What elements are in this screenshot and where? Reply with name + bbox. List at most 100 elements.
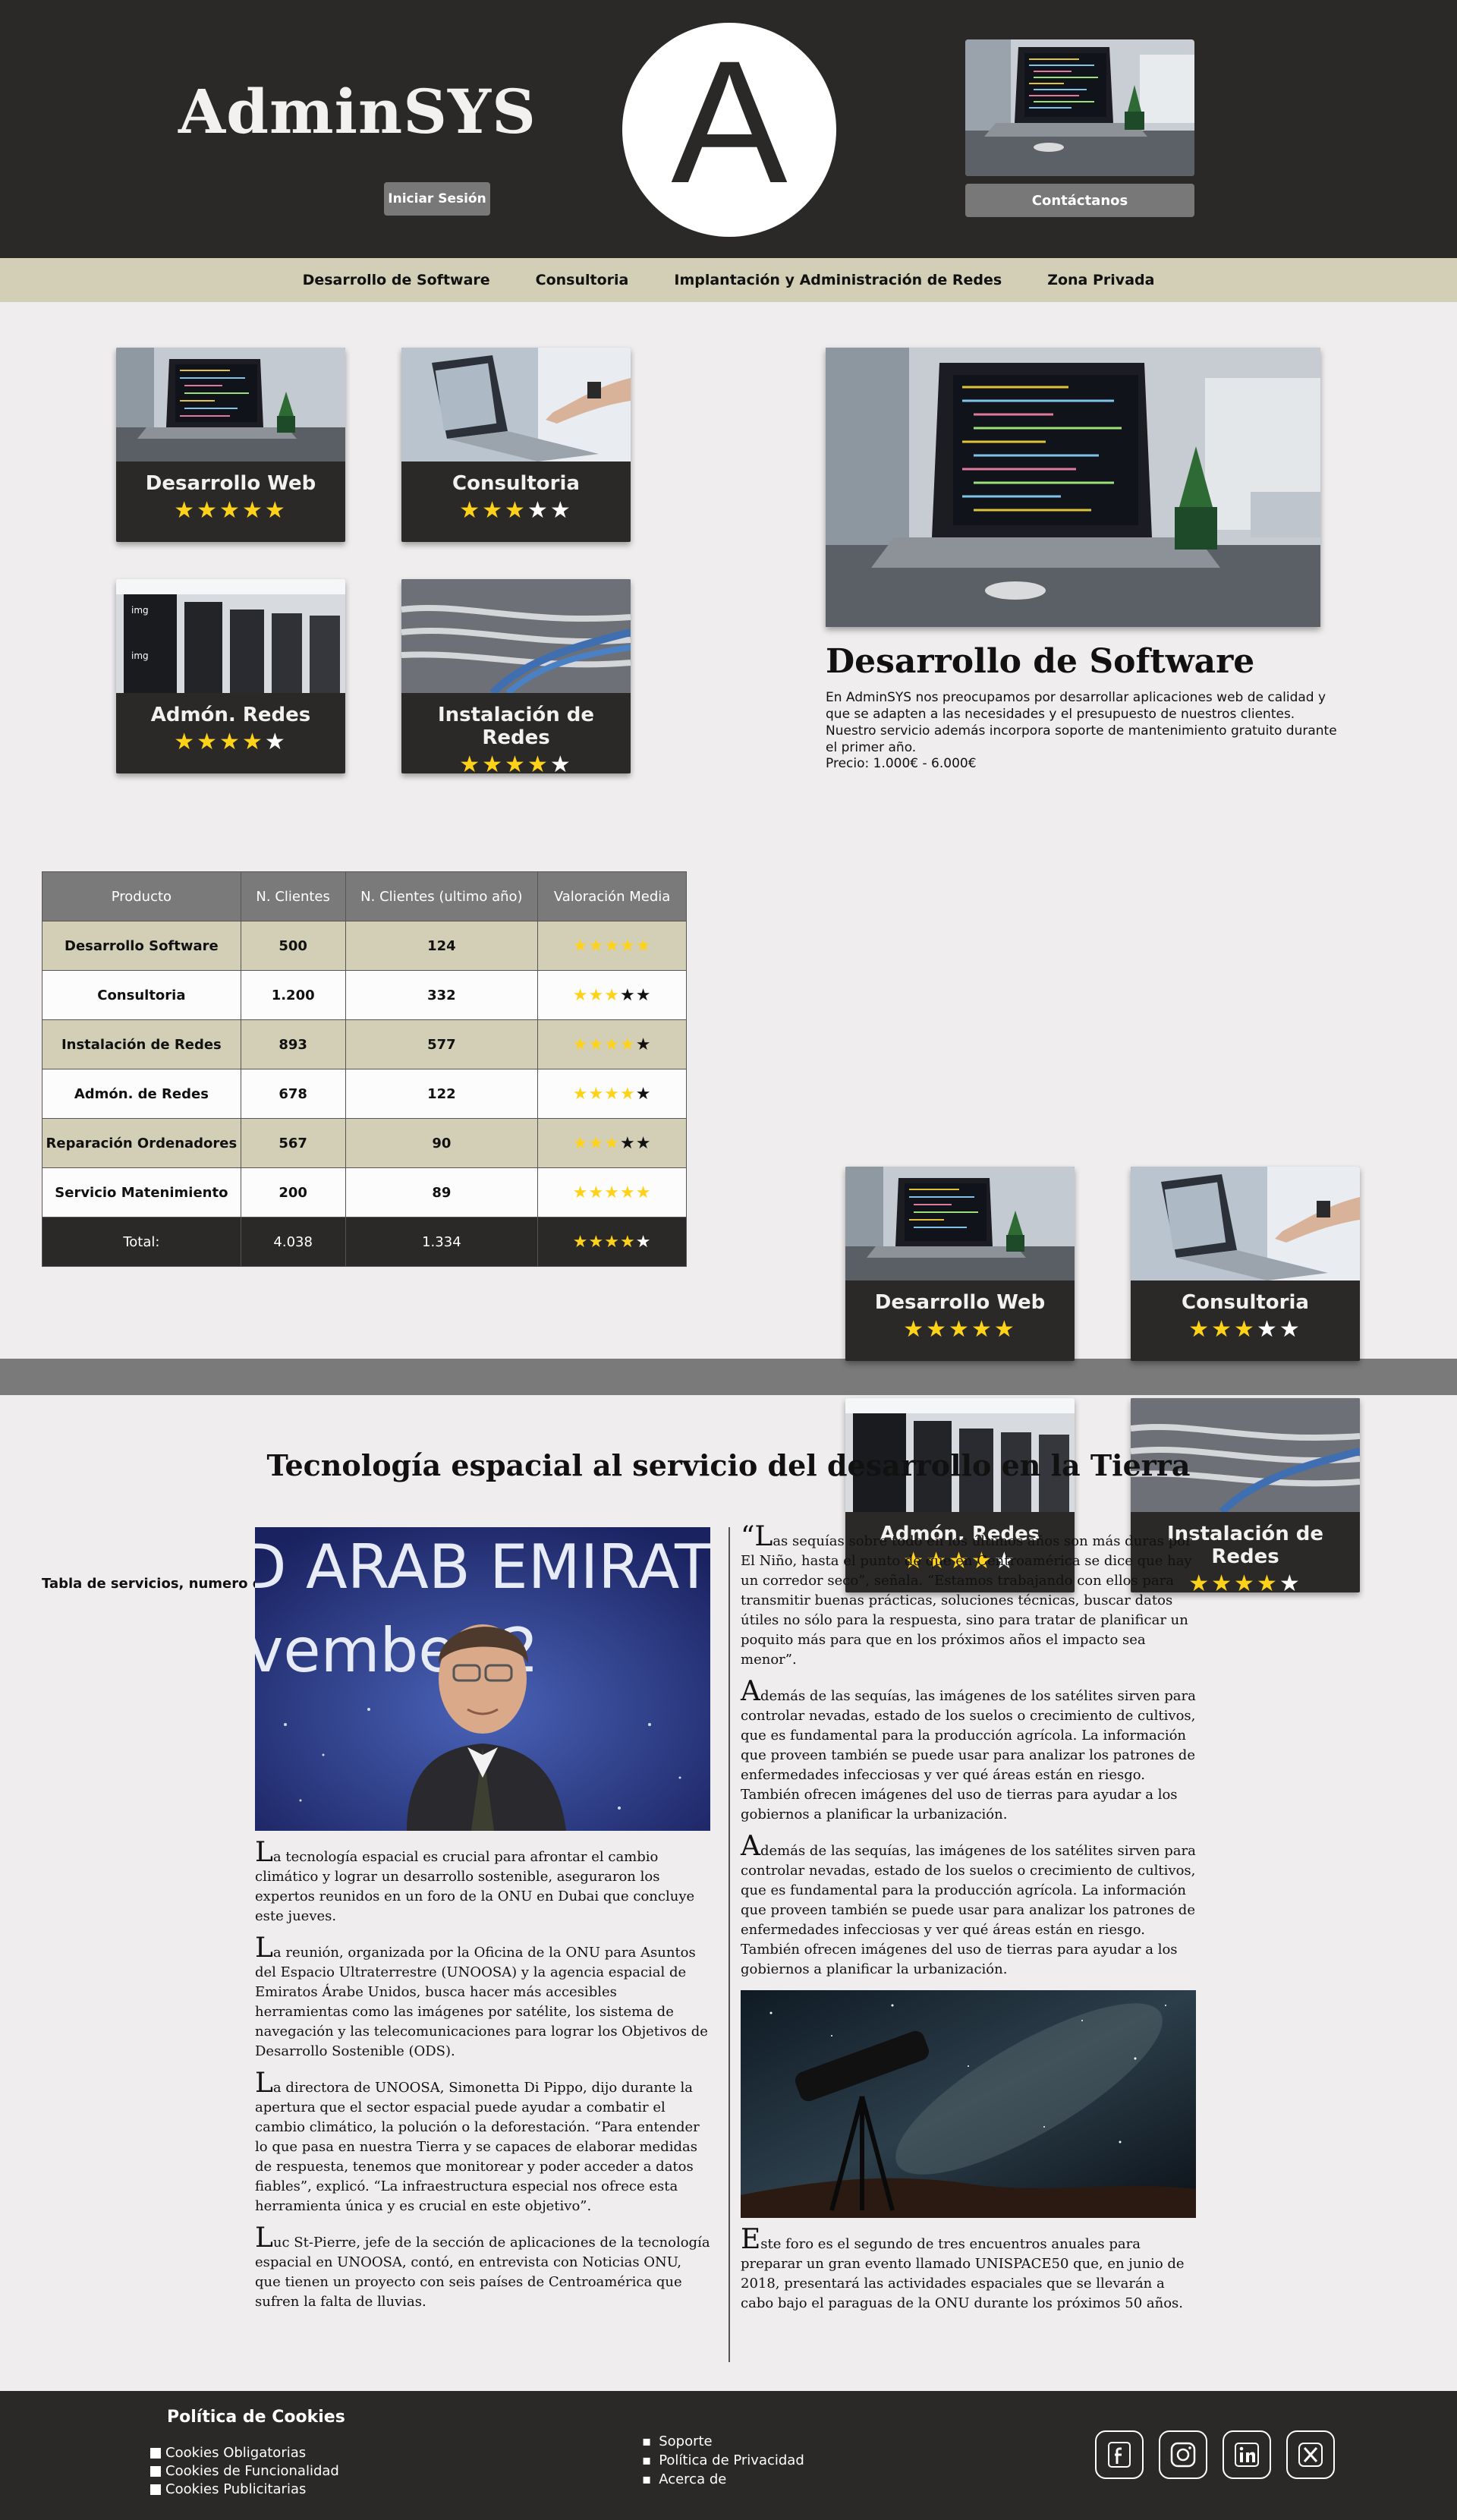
banner-text: D ARAB EMIRATES [255,1532,710,1602]
article-paragraph: La tecnología espacial es crucial para a… [255,1837,695,1924]
cookie-label: Cookies de Funcionalidad [165,2463,339,2479]
checkbox[interactable] [150,2448,161,2459]
star-filled-icon: ★ [971,1316,994,1343]
star-empty-icon: ★ [635,1133,652,1153]
star-filled-icon: ★ [619,936,636,956]
footer-link-soporte[interactable]: Soporte [642,2432,804,2451]
star-filled-icon: ★ [588,1035,605,1054]
cell-product: Total: [42,1217,241,1267]
footer-link-privacidad[interactable]: Política de Privacidad [642,2451,804,2470]
table-row: Servicio Matenimiento 200 89 ★★★★★ [42,1167,687,1217]
star-filled-icon: ★ [604,1232,620,1252]
star-filled-icon: ★ [588,936,605,956]
article-paragraph: “Las sequías sobre todo en los últimos a… [741,1521,1192,1668]
facebook-icon[interactable] [1095,2430,1144,2479]
services-table: Producto N. Clientes N. Clientes (ultimo… [42,871,687,1267]
star-filled-icon: ★ [572,936,589,956]
cell-last-year: 1.334 [345,1217,539,1267]
cell-last-year: 90 [345,1118,539,1168]
column-header: Producto [42,871,241,921]
rating-stars: ★★★★★ [573,1233,652,1252]
nav-item-redes[interactable]: Implantación y Administración de Redes [674,272,1002,288]
cell-product: Reparación Ordenadores [42,1118,241,1168]
table-header-row: Producto N. Clientes N. Clientes (ultimo… [42,871,687,921]
footer-link-acerca[interactable]: Acerca de [642,2470,804,2489]
star-filled-icon: ★ [993,1316,1017,1343]
cell-last-year: 124 [345,921,539,971]
column-header: N. Clientes (ultimo año) [345,871,539,921]
service-card-consultoria-2[interactable]: Consultoria ★★★★★ [1131,1167,1360,1361]
checkbox[interactable] [150,2484,161,2495]
nav-item-zona-privada[interactable]: Zona Privada [1047,272,1154,288]
star-filled-icon: ★ [635,936,652,956]
cell-last-year: 89 [345,1167,539,1217]
site-header: AdminSYS Iniciar Sesión A Contáctanos [0,0,1457,258]
contact-button[interactable]: Contáctanos [965,184,1194,217]
cell-last-year: 577 [345,1019,539,1069]
star-empty-icon: ★ [1256,1316,1279,1343]
service-card-web-2[interactable]: Desarrollo Web ★★★★★ [845,1167,1075,1361]
star-filled-icon: ★ [588,1232,605,1252]
star-filled-icon: ★ [588,1133,605,1153]
cell-last-year: 332 [345,970,539,1020]
site-footer: Política de Cookies Cookies Obligatorias… [0,2391,1457,2520]
rating-stars: ★★★★★ [573,1085,652,1104]
cookie-option[interactable]: Cookies Publicitarias [150,2481,339,2499]
article-paragraph: La reunión, organizada por la Oficina de… [255,1933,708,2059]
star-filled-icon: ★ [572,985,589,1005]
card-photo [1131,1167,1360,1280]
star-filled-icon: ★ [588,985,605,1005]
cookie-option[interactable]: Cookies Obligatorias [150,2444,339,2462]
cookie-list: Cookies Obligatorias Cookies de Funciona… [150,2444,339,2499]
article-paragraph: Este foro es el segundo de tres encuentr… [741,2224,1185,2311]
star-empty-icon: ★ [619,1133,636,1153]
cell-rating: ★★★★★ [537,1069,687,1119]
header-laptop-photo [965,39,1194,176]
rating-stars: ★★★★★ [573,1134,652,1153]
star-filled-icon: ★ [619,1183,636,1202]
star-filled-icon: ★ [572,1232,589,1252]
table-row: Consultoria 1.200 332 ★★★★★ [42,970,687,1020]
nav-item-software[interactable]: Desarrollo de Software [303,272,490,288]
article-paragraph: Luc St-Pierre, jefe de la sección de apl… [255,2222,710,2310]
table-row: Admón. de Redes 678 122 ★★★★★ [42,1069,687,1119]
cell-clients: 893 [240,1019,346,1069]
star-filled-icon: ★ [572,1084,589,1104]
logo: A [622,23,836,237]
table-row: Desarrollo Software 500 124 ★★★★★ [42,921,687,971]
cell-clients: 500 [240,921,346,971]
speaker-photo: D ARAB EMIRATES vember 2 [255,1527,710,1831]
star-filled-icon: ★ [619,1084,636,1104]
star-empty-icon: ★ [619,985,636,1005]
cell-product: Consultoria [42,970,241,1020]
table-total-row: Total: 4.038 1.334 ★★★★★ [42,1217,687,1267]
rating-stars: ★★★★★ [845,1318,1075,1341]
star-filled-icon: ★ [949,1316,971,1343]
star-filled-icon: ★ [588,1084,605,1104]
star-filled-icon: ★ [604,1084,620,1104]
checkbox[interactable] [150,2466,161,2477]
instagram-icon[interactable] [1159,2430,1207,2479]
table-row: Instalación de Redes 893 577 ★★★★★ [42,1019,687,1069]
linkedin-icon[interactable] [1223,2430,1271,2479]
star-filled-icon: ★ [572,1133,589,1153]
x-icon[interactable] [1286,2430,1335,2479]
star-empty-icon: ★ [635,1232,652,1252]
cell-product: Admón. de Redes [42,1069,241,1119]
star-filled-icon: ★ [572,1035,589,1054]
cell-product: Instalación de Redes [42,1019,241,1069]
article-paragraph: Además de las sequías, las imágenes de l… [741,1831,1196,1977]
star-empty-icon: ★ [635,985,652,1005]
star-filled-icon: ★ [572,1183,589,1202]
column-header: N. Clientes [240,871,346,921]
star-empty-icon: ★ [635,1084,652,1104]
login-button[interactable]: Iniciar Sesión [384,182,490,216]
cell-clients: 1.200 [240,970,346,1020]
cookie-option[interactable]: Cookies de Funcionalidad [150,2462,339,2481]
services-table-wrap: Producto N. Clientes N. Clientes (ultimo… [42,871,687,1267]
separator-band [0,1359,1457,1395]
cell-clients: 200 [240,1167,346,1217]
nav-item-consultoria[interactable]: Consultoria [536,272,629,288]
card-title: Desarrollo Web [874,1291,1046,1314]
cell-rating: ★★★★★ [537,1167,687,1217]
